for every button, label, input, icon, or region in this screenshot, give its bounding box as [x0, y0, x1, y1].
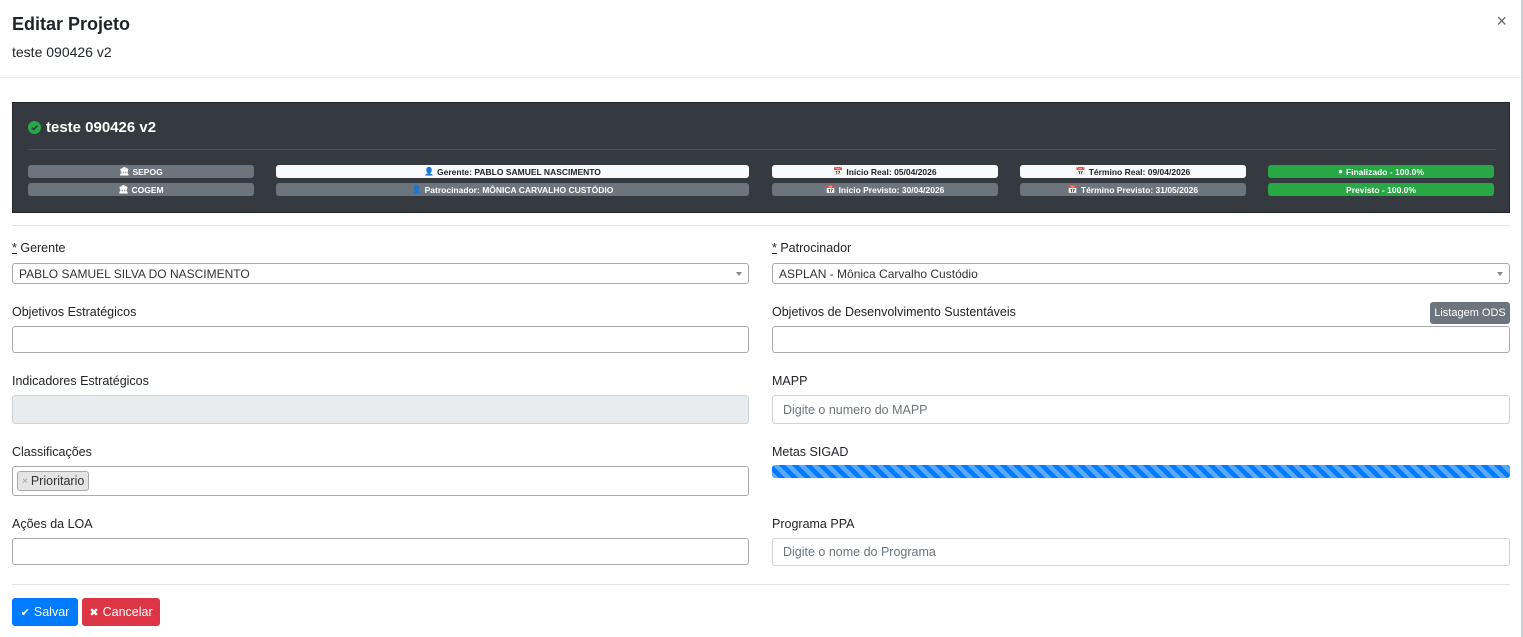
check-circle-icon: ● — [1338, 167, 1343, 176]
project-summary-card: teste 090426 v2 🏛 SEPOG 🏛 COGEM 👤 Gerente: … — [12, 102, 1510, 213]
patrocinador-select-value: ASPLAN - Mônica Carvalho Custódio — [779, 266, 978, 281]
previsto-badge-label: Previsto - 100.0% — [1346, 184, 1416, 195]
chevron-down-icon — [1497, 272, 1503, 276]
gerente-select[interactable]: PABLO SAMUEL SILVA DO NASCIMENTO — [12, 263, 749, 284]
termino-real-badge: 📅 Término Real: 09/04/2026 — [1020, 165, 1246, 178]
patrocinador-badge: 👤 Patrocinador: MÔNICA CARVALHO CUSTÓDIO — [276, 183, 749, 196]
section-divider — [12, 225, 1510, 226]
close-icon: ✖ — [89, 606, 99, 619]
metas-sigad-progress-fill — [772, 465, 1510, 478]
calendar-icon: 📅 — [825, 185, 836, 194]
patrocinador-badge-label: Patrocinador: MÔNICA CARVALHO CUSTÓDIO — [424, 184, 614, 195]
classificacao-tag: × Prioritario — [17, 471, 90, 491]
mapp-label: MAPP — [772, 374, 808, 388]
org-badge-sepog: 🏛 SEPOG — [28, 165, 254, 178]
acoes-loa-label: Ações da LOA — [12, 517, 93, 531]
status-badge-label: Finalizado - 100.0% — [1345, 166, 1424, 177]
metas-sigad-label: Metas SIGAD — [772, 445, 849, 459]
programa-ppa-label: Programa PPA — [772, 517, 855, 531]
gerente-label: * Gerente — [12, 241, 66, 255]
patrocinador-label-text: Patrocinador — [776, 241, 852, 255]
indicadores-field — [12, 395, 749, 424]
status-badge: ● Finalizado - 100.0% — [1268, 165, 1494, 178]
listagem-ods-button[interactable]: Listagem ODS — [1430, 302, 1510, 324]
project-name-text: teste 090426 v2 — [46, 119, 157, 136]
modal-header: Editar Projeto teste 090426 v2 × — [0, 0, 1521, 78]
project-name: teste 090426 v2 — [28, 119, 156, 136]
org-badge-label: COGEM — [131, 184, 164, 195]
chevron-down-icon — [736, 272, 742, 276]
acoes-loa-select[interactable] — [12, 538, 749, 565]
inicio-previsto-badge: 📅 Início Previsto: 30/04/2026 — [772, 183, 998, 196]
metas-sigad-loading-bar — [772, 465, 1510, 478]
inicio-real-badge: 📅 Início Real: 05/04/2026 — [772, 165, 998, 178]
modal-subtitle: teste 090426 v2 — [12, 44, 112, 60]
mapp-input[interactable]: Digite o numero do MAPP — [772, 395, 1510, 424]
termino-previsto-badge: 📅 Término Previsto: 31/05/2026 — [1020, 183, 1246, 196]
org-badge-cogem: 🏛 COGEM — [28, 183, 254, 196]
inicio-real-label: Início Real: 05/04/2026 — [846, 166, 937, 177]
patrocinador-label: * Patrocinador — [772, 241, 851, 255]
calendar-icon: 📅 — [1075, 167, 1086, 176]
ods-select[interactable] — [772, 326, 1510, 353]
objetivos-estrategicos-label: Objetivos Estratégicos — [12, 305, 137, 319]
footer-divider — [12, 584, 1510, 585]
org-badge-label: SEPOG — [132, 166, 163, 177]
classificacao-tag-label: Prioritario — [30, 474, 85, 488]
institution-icon: 🏛 — [118, 185, 129, 194]
indicadores-label: Indicadores Estratégicos — [12, 374, 149, 388]
gerente-badge-label: Gerente: PABLO SAMUEL NASCIMENTO — [437, 166, 601, 177]
ods-label: Objetivos de Desenvolvimento Sustentávei… — [772, 305, 1016, 319]
cancel-button-label: Cancelar — [102, 605, 153, 619]
mapp-placeholder: Digite o numero do MAPP — [783, 402, 928, 417]
calendar-icon: 📅 — [833, 167, 844, 176]
gerente-label-text: Gerente — [16, 241, 66, 255]
inicio-previsto-label: Início Previsto: 30/04/2026 — [838, 184, 945, 195]
close-icon[interactable]: × — [1496, 12, 1507, 30]
card-divider — [28, 149, 1496, 150]
classificacoes-label: Classificações — [12, 445, 92, 459]
previsto-badge: Previsto - 100.0% — [1268, 183, 1494, 196]
save-button[interactable]: ✔ Salvar — [12, 598, 78, 626]
programa-ppa-input[interactable]: Digite o nome do Programa — [772, 538, 1510, 566]
cancel-button[interactable]: ✖ Cancelar — [82, 598, 160, 626]
termino-previsto-label: Término Previsto: 31/05/2026 — [1080, 184, 1199, 195]
gerente-select-value: PABLO SAMUEL SILVA DO NASCIMENTO — [19, 266, 250, 281]
check-icon: ✔ — [20, 606, 30, 619]
programa-ppa-placeholder: Digite o nome do Programa — [783, 545, 936, 559]
user-icon: 👤 — [424, 167, 435, 176]
classificacoes-select[interactable]: × Prioritario — [12, 466, 749, 496]
termino-real-label: Término Real: 09/04/2026 — [1088, 166, 1191, 177]
gerente-badge: 👤 Gerente: PABLO SAMUEL NASCIMENTO — [276, 165, 749, 178]
modal-title: Editar Projeto — [12, 14, 131, 34]
check-circle-icon — [28, 121, 41, 134]
remove-tag-icon[interactable]: × — [22, 476, 28, 487]
patrocinador-select[interactable]: ASPLAN - Mônica Carvalho Custódio — [772, 263, 1510, 284]
institution-icon: 🏛 — [119, 167, 130, 176]
calendar-icon: 📅 — [1067, 185, 1078, 194]
objetivos-estrategicos-select[interactable] — [12, 326, 749, 353]
user-icon: 👤 — [411, 185, 422, 194]
save-button-label: Salvar — [33, 605, 70, 619]
